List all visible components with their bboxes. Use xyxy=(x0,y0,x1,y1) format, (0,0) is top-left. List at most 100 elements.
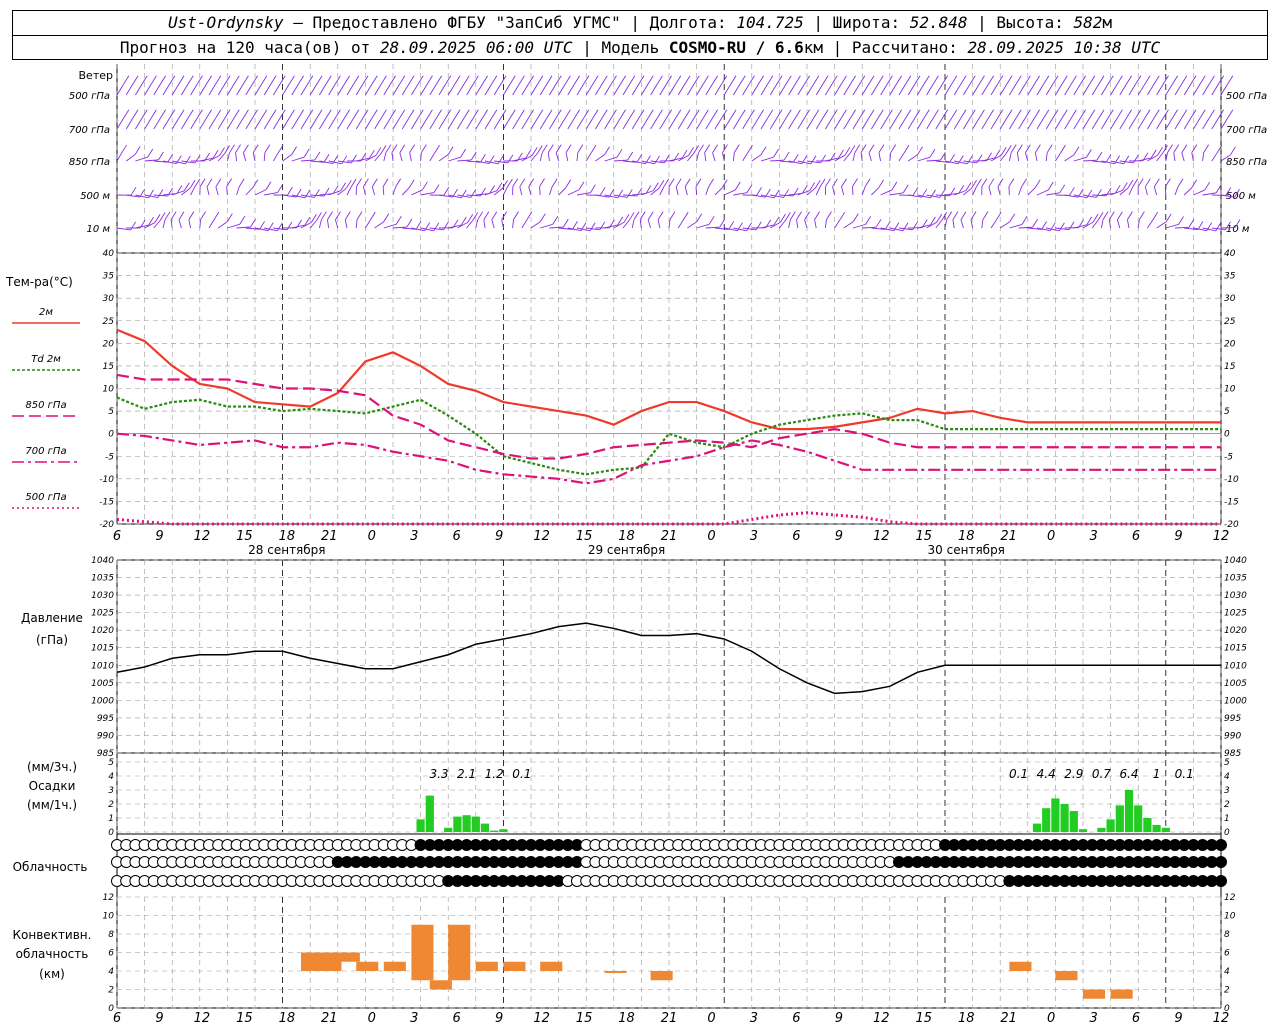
wind-barb xyxy=(595,83,603,96)
wind-barb-feather xyxy=(1034,109,1041,118)
wind-barb xyxy=(880,189,892,196)
convective-bar xyxy=(540,961,563,971)
wind-barb-feather xyxy=(1199,109,1206,118)
wind-barb-feather xyxy=(712,144,718,153)
wind-barb-feather xyxy=(406,218,413,228)
wind-barb-feather xyxy=(1071,109,1077,118)
wind-barb-feather xyxy=(519,178,526,187)
wind-barb xyxy=(595,154,605,162)
precip-bar xyxy=(480,823,490,832)
wind-barb-feather xyxy=(796,211,802,220)
wind-barb-feather xyxy=(194,178,201,188)
wind-barb-feather xyxy=(868,75,875,84)
wind-barb xyxy=(769,117,778,130)
wind-barb-feather xyxy=(627,151,634,161)
date-label: 29 сентября xyxy=(588,543,665,557)
wind-barb xyxy=(1027,83,1036,96)
wind-barb xyxy=(116,152,122,162)
wind-barb-feather xyxy=(1047,181,1054,191)
wind-barb xyxy=(190,83,198,96)
wind-barb xyxy=(429,152,435,162)
wind-barb-feather xyxy=(703,75,709,84)
wind-barb-feather xyxy=(721,179,728,189)
wind-barb xyxy=(705,186,710,196)
wind-barb xyxy=(843,83,852,96)
wind-barb-feather xyxy=(123,75,130,84)
precip-bar xyxy=(1115,805,1124,832)
wind-barb-feather xyxy=(206,178,213,187)
hour-tick-label: 6 xyxy=(113,529,121,544)
wind-barb xyxy=(227,83,235,96)
wind-barb-feather xyxy=(682,211,689,221)
wind-barb xyxy=(1156,221,1167,229)
wind-barb xyxy=(215,186,219,196)
wind-barb xyxy=(926,83,934,96)
wind-barb-feather xyxy=(960,75,967,84)
wind-barb xyxy=(613,83,622,96)
hour-tick-label: 9 xyxy=(1174,529,1182,544)
wind-barb-feather xyxy=(399,75,406,84)
wind-barb xyxy=(1211,83,1220,96)
convective-bar xyxy=(604,971,627,973)
wind-barb xyxy=(622,220,630,229)
wind-barb-feather xyxy=(206,75,213,84)
wind-level-label-right: 700 гПа xyxy=(1226,125,1267,136)
wind-barb xyxy=(806,83,815,96)
temp-legend-label: 850 гПа xyxy=(25,400,66,411)
wind-barb-feather xyxy=(298,75,305,84)
wind-barb xyxy=(382,186,385,196)
wind-barb-feather xyxy=(383,213,390,222)
hour-tick-label: 3 xyxy=(750,1011,758,1024)
wind-barb xyxy=(1101,117,1109,130)
wind-barb xyxy=(779,117,787,130)
wind-barb-feather xyxy=(813,109,820,118)
wind-barb-feather xyxy=(628,212,635,221)
wind-barb xyxy=(779,83,787,96)
wind-barb xyxy=(751,154,762,162)
hour-tick-label: 15 xyxy=(915,1011,932,1024)
wind-barb-feather xyxy=(620,75,627,84)
wind-barb-feather xyxy=(1097,212,1104,221)
wind-barb xyxy=(309,117,318,130)
wind-barb-feather xyxy=(233,75,240,84)
wind-barb-feather xyxy=(482,75,489,84)
wind-barb-feather xyxy=(277,222,283,232)
wind-barb xyxy=(695,186,698,196)
wind-barb-feather xyxy=(433,184,440,193)
wind-barb-feather xyxy=(795,75,801,84)
wind-barb xyxy=(448,156,461,162)
wind-barb xyxy=(530,83,539,96)
wind-barb xyxy=(1101,83,1109,96)
wind-barb xyxy=(963,117,971,130)
wind-barb xyxy=(871,187,879,196)
hour-tick-label: 6 xyxy=(1132,529,1140,544)
wind-barb-feather xyxy=(1162,145,1168,154)
wind-barb xyxy=(549,83,557,96)
wind-barb-feather xyxy=(979,109,985,118)
wind-barb-feather xyxy=(1089,75,1096,84)
wind-barb-feather xyxy=(939,189,946,198)
wind-barb-feather xyxy=(896,109,903,118)
wind-barb xyxy=(760,117,769,130)
wind-barb xyxy=(705,117,714,130)
hour-tick-label: 3 xyxy=(410,1011,418,1024)
wind-barb-feather xyxy=(565,109,571,118)
wind-barb-feather xyxy=(1181,109,1188,118)
wind-barb xyxy=(530,117,539,130)
wind-barb xyxy=(1082,83,1091,96)
wind-barb xyxy=(1156,83,1164,96)
pressure-tick-right: 995 xyxy=(1224,714,1241,724)
wind-barb-feather xyxy=(243,75,249,84)
precip-bar xyxy=(416,819,425,832)
wind-barb xyxy=(153,220,161,229)
wind-barb xyxy=(226,152,230,162)
wind-barb-feather xyxy=(657,109,663,118)
wind-barb-feather xyxy=(604,146,610,155)
conv-title-2: облачность xyxy=(16,947,89,961)
wind-barb-feather xyxy=(170,211,177,220)
wind-barb xyxy=(760,83,769,96)
wind-barb-feather xyxy=(422,181,428,191)
wind-barb-feather xyxy=(946,211,953,220)
wind-barb-feather xyxy=(1177,178,1184,188)
wind-barb-feather xyxy=(261,75,268,84)
